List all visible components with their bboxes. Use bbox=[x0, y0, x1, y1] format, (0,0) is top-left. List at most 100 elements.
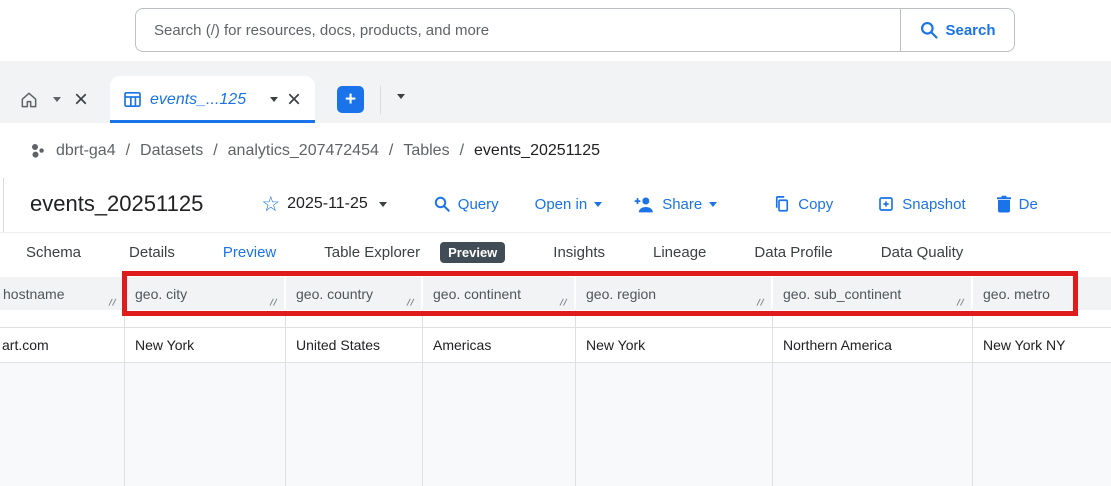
home-tab-group: × bbox=[18, 76, 102, 123]
column-resize-icon[interactable] bbox=[108, 297, 117, 306]
breadcrumb-dataset-name[interactable]: analytics_207472454 bbox=[228, 142, 379, 160]
copy-button[interactable]: Copy bbox=[773, 195, 833, 213]
cell-geo-sub-continent: Northern America bbox=[773, 328, 973, 362]
column-label: geo. country bbox=[296, 285, 374, 302]
breadcrumb-separator: / bbox=[459, 141, 465, 159]
column-header-geo-sub-continent[interactable]: geo. sub_continent bbox=[773, 277, 973, 310]
tab-events-20251125[interactable]: events_...125 × bbox=[110, 76, 316, 123]
chevron-down-icon bbox=[397, 94, 406, 99]
breadcrumb-tables[interactable]: Tables bbox=[403, 142, 449, 160]
chevron-down-icon bbox=[594, 201, 603, 207]
date-label: 2025-11-25 bbox=[287, 195, 368, 212]
table-toolbar: events_20251125 ☆ 2025-11-25 Query Open … bbox=[0, 178, 1111, 230]
page-title: events_20251125 bbox=[30, 191, 204, 216]
add-tab-button[interactable]: + bbox=[337, 86, 365, 113]
breadcrumb-current-table: events_20251125 bbox=[474, 141, 601, 159]
search-icon bbox=[921, 21, 939, 39]
close-icon[interactable]: × bbox=[287, 87, 301, 112]
query-label: Query bbox=[457, 195, 499, 213]
home-icon[interactable] bbox=[18, 90, 40, 110]
date-partition-selector[interactable]: ☆ 2025-11-25 bbox=[261, 194, 387, 215]
table-empty-area bbox=[0, 363, 1111, 486]
copy-icon bbox=[776, 196, 789, 212]
copy-label: Copy bbox=[798, 195, 834, 213]
cell-geo-region: New York bbox=[576, 328, 773, 362]
chevron-down-icon bbox=[378, 201, 387, 207]
query-icon bbox=[434, 196, 450, 212]
cell-geo-country: United States bbox=[286, 328, 423, 362]
cell-geo-metro: New York NY bbox=[983, 337, 1066, 353]
tab-list-menu[interactable] bbox=[397, 86, 406, 104]
share-button[interactable]: Share bbox=[634, 195, 718, 213]
chevron-down-icon bbox=[709, 201, 718, 207]
column-header-geo-metro[interactable]: geo. metro bbox=[973, 277, 1111, 310]
chevron-down-icon[interactable] bbox=[53, 97, 61, 102]
tab-data-quality[interactable]: Data Quality bbox=[881, 244, 964, 261]
column-resize-icon[interactable] bbox=[756, 297, 765, 306]
cell-geo-city: New York bbox=[125, 328, 286, 362]
breadcrumb: dbrt-ga4 / Datasets / analytics_20747245… bbox=[0, 123, 1111, 178]
column-resize-icon[interactable] bbox=[956, 297, 965, 306]
column-resize-icon[interactable] bbox=[406, 297, 415, 306]
cell-hostname: art.com bbox=[0, 328, 125, 362]
cell-geo-continent: Americas bbox=[423, 328, 576, 362]
tab-insights[interactable]: Insights bbox=[553, 244, 605, 261]
open-in-button[interactable]: Open in bbox=[535, 196, 603, 213]
tab-data-profile[interactable]: Data Profile bbox=[754, 244, 832, 261]
column-label: geo. sub_continent bbox=[783, 285, 902, 302]
column-label: hostname bbox=[3, 285, 65, 302]
tab-table-explorer[interactable]: Table Explorer Preview bbox=[324, 242, 506, 263]
close-icon[interactable]: × bbox=[74, 87, 88, 112]
column-header-hostname[interactable]: hostname bbox=[0, 277, 125, 310]
preview-table-header: hostname geo. city geo. country geo. con… bbox=[0, 277, 1111, 310]
breadcrumb-separator: / bbox=[213, 141, 218, 159]
delete-label: De bbox=[1018, 195, 1038, 213]
search-button[interactable]: Search bbox=[900, 9, 1014, 51]
delete-button[interactable]: De bbox=[996, 195, 1038, 213]
share-label: Share bbox=[662, 195, 703, 213]
column-label: geo. city bbox=[135, 285, 188, 302]
column-label: geo. metro bbox=[983, 285, 1050, 302]
project-icon bbox=[32, 143, 44, 158]
tab-schema[interactable]: Schema bbox=[26, 244, 81, 261]
column-header-geo-region[interactable]: geo. region bbox=[576, 277, 773, 310]
breadcrumb-datasets[interactable]: Datasets bbox=[140, 142, 203, 160]
column-label: geo. region bbox=[586, 285, 657, 302]
person-add-icon bbox=[634, 197, 654, 212]
search-button-label: Search bbox=[945, 21, 996, 39]
chevron-down-icon[interactable] bbox=[270, 97, 278, 102]
global-search-box: Search bbox=[135, 8, 1015, 52]
tab-bar: × events_...125 × + bbox=[0, 61, 1111, 123]
bigquery-console: Search × events_...125 × + bbox=[0, 0, 1111, 486]
open-in-label: Open in bbox=[534, 195, 588, 213]
tab-lineage[interactable]: Lineage bbox=[653, 244, 706, 261]
column-header-geo-country[interactable]: geo. country bbox=[286, 277, 423, 310]
tab-preview[interactable]: Preview bbox=[223, 244, 276, 261]
search-input[interactable] bbox=[136, 9, 900, 51]
breadcrumb-separator: / bbox=[388, 141, 394, 159]
tab-details[interactable]: Details bbox=[129, 244, 175, 261]
star-icon[interactable]: ☆ bbox=[261, 194, 280, 215]
divider bbox=[380, 86, 382, 114]
breadcrumb-separator: / bbox=[125, 141, 131, 159]
tab-title: events_...125 bbox=[150, 90, 247, 108]
table-row[interactable]: art.com New York United States Americas … bbox=[0, 327, 1111, 363]
column-resize-icon[interactable] bbox=[559, 297, 568, 306]
table-row-spacer bbox=[0, 310, 1111, 327]
column-label: geo. continent bbox=[433, 285, 521, 302]
table-explorer-label: Table Explorer bbox=[324, 244, 421, 261]
preview-badge: Preview bbox=[440, 242, 506, 263]
table-view-tabs: Schema Details Preview Table Explorer Pr… bbox=[0, 232, 1111, 272]
top-header: Search bbox=[0, 0, 1111, 61]
snapshot-button[interactable]: Snapshot bbox=[877, 195, 966, 213]
column-header-geo-city[interactable]: geo. city bbox=[125, 277, 286, 310]
plus-icon: + bbox=[344, 88, 357, 110]
snapshot-label: Snapshot bbox=[902, 195, 966, 213]
query-button[interactable]: Query bbox=[433, 195, 499, 213]
column-header-geo-continent[interactable]: geo. continent bbox=[423, 277, 576, 310]
table-icon bbox=[124, 92, 141, 107]
breadcrumb-project[interactable]: dbrt-ga4 bbox=[56, 142, 116, 160]
snapshot-icon bbox=[879, 197, 894, 211]
column-resize-icon[interactable] bbox=[269, 297, 278, 306]
trash-icon bbox=[996, 195, 1011, 213]
